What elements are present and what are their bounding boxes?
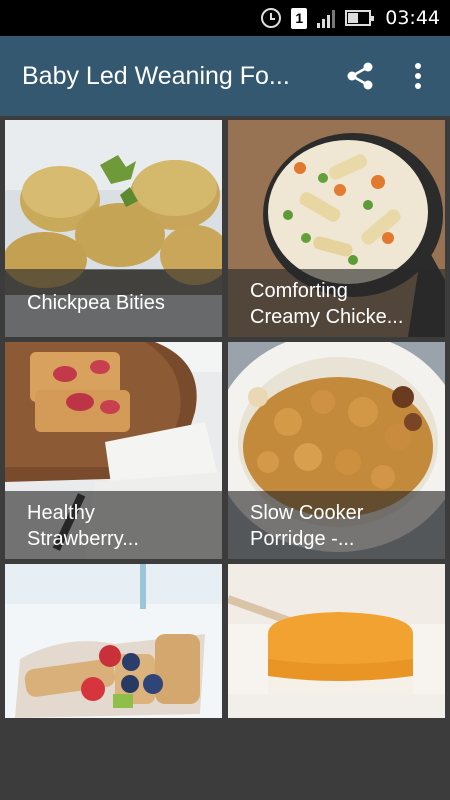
recipe-title-line1: Slow Cooker bbox=[250, 502, 364, 524]
recipe-caption: Comforting Creamy Chicke... bbox=[228, 269, 445, 337]
recipe-title-line2: Creamy Chicke... bbox=[250, 306, 404, 328]
recipe-title-line1: Comforting bbox=[250, 280, 348, 302]
app-bar: Baby Led Weaning Fo... bbox=[0, 36, 450, 116]
signal-icon bbox=[317, 8, 336, 28]
clock: 03:44 bbox=[385, 7, 440, 29]
recipe-title-line1: Chickpea Bities bbox=[27, 292, 165, 314]
recipe-tile-5[interactable] bbox=[5, 564, 222, 718]
bottom-empty-area bbox=[0, 718, 450, 800]
recipe-tile-6[interactable] bbox=[228, 564, 445, 718]
battery-icon bbox=[345, 10, 375, 26]
share-button[interactable] bbox=[342, 58, 378, 94]
recipe-tile-slow-cooker-porridge[interactable]: Slow Cooker Porridge -... bbox=[228, 342, 445, 559]
recipe-caption: Chickpea Bities bbox=[5, 269, 222, 337]
recipe-tile-healthy-strawberry[interactable]: Healthy Strawberry... bbox=[5, 342, 222, 559]
overflow-menu-icon bbox=[415, 63, 421, 89]
sim-1-icon: 1 bbox=[291, 7, 308, 29]
recipe-title-line2: Porridge -... bbox=[250, 528, 355, 550]
recipe-tile-chickpea-bities[interactable]: Chickpea Bities bbox=[5, 120, 222, 337]
recipe-grid: Chickpea Bities Comforting Creamy Chicke… bbox=[0, 116, 450, 718]
recipe-tile-creamy-chicken[interactable]: Comforting Creamy Chicke... bbox=[228, 120, 445, 337]
recipe-caption: Healthy Strawberry... bbox=[5, 491, 222, 559]
status-icons: 1 03:44 bbox=[261, 0, 440, 36]
recipe-photo bbox=[228, 564, 445, 718]
recipe-title-line1: Healthy bbox=[27, 502, 95, 524]
app-title: Baby Led Weaning Fo... bbox=[22, 62, 290, 90]
share-icon bbox=[347, 62, 373, 90]
overflow-menu-button[interactable] bbox=[404, 58, 432, 94]
recipe-caption: Slow Cooker Porridge -... bbox=[228, 491, 445, 559]
alarm-icon bbox=[261, 8, 282, 28]
status-bar: 1 03:44 bbox=[0, 0, 450, 36]
recipe-photo bbox=[5, 564, 222, 718]
recipe-title-line2: Strawberry... bbox=[27, 528, 139, 550]
